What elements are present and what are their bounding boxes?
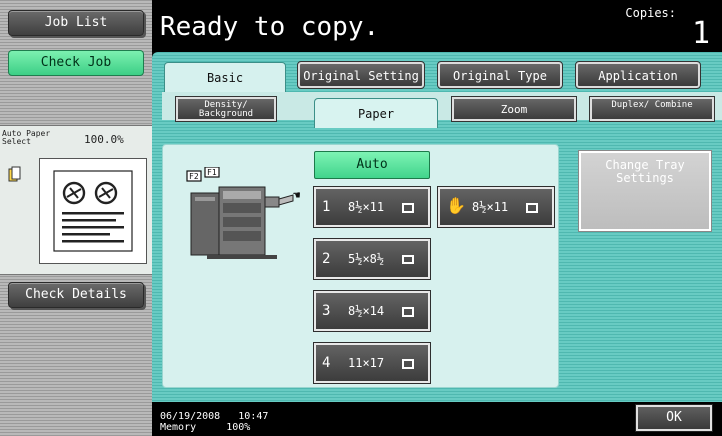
- landscape-orientation-icon: [402, 359, 414, 369]
- tab-original-type[interactable]: Original Type: [437, 61, 563, 89]
- copies-label: Copies:: [625, 6, 676, 20]
- document-preview-icon: [53, 170, 133, 252]
- change-tray-label: Change Tray Settings: [605, 158, 685, 185]
- tray-number: 3: [322, 303, 331, 319]
- landscape-orientation-icon: [402, 255, 414, 264]
- tray-size: 11×17: [348, 356, 385, 370]
- datetime-status: 06/19/2008 10:47 Memory 100%: [160, 411, 268, 433]
- bypass-tray-button[interactable]: ✋ 8½×11: [437, 186, 555, 228]
- svg-text:F1: F1: [207, 168, 217, 177]
- portrait-orientation-icon: [402, 203, 414, 213]
- tray-number: 1: [322, 199, 331, 215]
- landscape-orientation-icon: [526, 203, 538, 213]
- date-text: 06/19/2008: [160, 411, 221, 422]
- tab-application[interactable]: Application: [575, 61, 701, 89]
- page-thumbnail: [39, 158, 147, 264]
- tray-number: 2: [322, 251, 331, 267]
- preview-label: Auto Paper Select: [2, 129, 51, 146]
- auto-paper-button[interactable]: Auto: [314, 151, 430, 179]
- tray-size: 5½×8½: [348, 252, 385, 266]
- header: Ready to copy. Copies: 1: [152, 0, 722, 52]
- left-panel: Job List Check Job Auto Paper Select 100…: [0, 0, 152, 436]
- check-job-button[interactable]: Check Job: [8, 50, 144, 76]
- subtab-zoom[interactable]: Zoom: [451, 96, 577, 122]
- tray-2-button[interactable]: 2 5½×8½: [313, 238, 431, 280]
- memory-value: 100%: [226, 422, 251, 433]
- copier-screen: Job List Check Job Auto Paper Select 100…: [0, 0, 722, 436]
- tray-size: 8½×11: [348, 200, 385, 214]
- time-text: 10:47: [238, 411, 269, 422]
- tray-indicator-icon: [8, 166, 21, 182]
- tray-size: 8½×14: [348, 304, 385, 318]
- tray-number: 4: [322, 355, 331, 371]
- tab-basic[interactable]: Basic: [164, 62, 286, 92]
- preview-panel: Auto Paper Select 100.0%: [0, 125, 152, 275]
- svg-text:F2: F2: [189, 172, 199, 181]
- subtab-paper[interactable]: Paper: [314, 98, 438, 128]
- subtab-duplex-combine[interactable]: Duplex/ Combine: [589, 96, 715, 122]
- svg-text:☚: ☚: [293, 188, 300, 202]
- ok-button[interactable]: OK: [635, 404, 713, 432]
- memory-label: Memory: [160, 422, 197, 433]
- main-panel: Basic Original Setting Original Type App…: [152, 52, 722, 402]
- tray-3-button[interactable]: 3 8½×14: [313, 290, 431, 332]
- preview-zoom: 100.0%: [84, 133, 124, 146]
- footer: 06/19/2008 10:47 Memory 100% OK: [152, 402, 722, 436]
- change-tray-settings-button[interactable]: Change Tray Settings: [578, 150, 712, 232]
- paper-selection-panel: F2 F1 ☚ Auto 1 8½×11 2 5½×8½ 3 8½×14 4 1…: [162, 144, 559, 388]
- job-list-button[interactable]: Job List: [8, 10, 144, 36]
- copier-machine-icon: F2 F1 ☚: [186, 167, 300, 259]
- tab-original-setting[interactable]: Original Setting: [297, 61, 425, 89]
- tray-4-button[interactable]: 4 11×17: [313, 342, 431, 384]
- check-details-button[interactable]: Check Details: [8, 282, 144, 308]
- tray-1-button[interactable]: 1 8½×11: [313, 186, 431, 228]
- subtab-density-background[interactable]: Density/ Background: [175, 96, 277, 122]
- bypass-hand-icon: ✋: [446, 196, 466, 215]
- landscape-orientation-icon: [402, 307, 414, 317]
- copies-count[interactable]: 1: [692, 16, 710, 51]
- tray-size: 8½×11: [472, 200, 509, 214]
- status-title: Ready to copy.: [160, 12, 380, 42]
